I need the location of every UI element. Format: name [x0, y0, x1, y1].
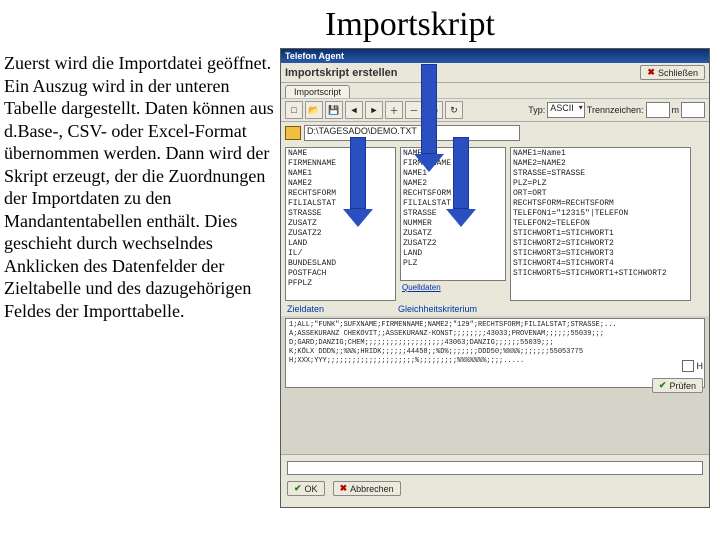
- trenn-input[interactable]: [646, 102, 670, 118]
- close-icon: ✖: [647, 67, 655, 78]
- ok-button-label: OK: [305, 484, 318, 494]
- trenn-label: Trennzeichen:: [587, 105, 644, 115]
- cancel-button-label: Abbrechen: [350, 484, 394, 494]
- h-checkbox-label: H: [697, 361, 704, 371]
- open-icon[interactable]: 📂: [305, 101, 323, 119]
- arrow-right-icon[interactable]: ►: [365, 101, 383, 119]
- cancel-icon: ✖: [340, 483, 348, 494]
- toolbar: □ 📂 💾 ◄ ► ＋ － ◎ ↻ Typ: ASCII Trennzeiche…: [281, 98, 709, 122]
- typ-select[interactable]: ASCII: [547, 102, 585, 118]
- dialog-header: Importskript erstellen ✖ Schließen: [281, 63, 709, 83]
- check-icon: ✔: [659, 380, 667, 391]
- column-labels-row: Zieldaten Gleichheitskriterium: [281, 304, 709, 316]
- import-dialog-screenshot: Telefon Agent Importskript erstellen ✖ S…: [280, 48, 710, 508]
- dialog-title: Importskript erstellen: [285, 67, 397, 79]
- cancel-button[interactable]: ✖ Abbrechen: [333, 481, 401, 496]
- right-mapping-list[interactable]: NAME1=Name1NAME2=NAME2STRASSE=STRASSEPLZ…: [510, 147, 691, 301]
- tab-importscript[interactable]: Importscript: [285, 85, 350, 98]
- tab-bar: Importscript: [281, 83, 709, 98]
- plus-icon[interactable]: ＋: [385, 101, 403, 119]
- m-label: m: [672, 105, 680, 115]
- file-path-input[interactable]: D:\TAGESADO\DEMO.TXT: [304, 125, 520, 141]
- folder-open-icon[interactable]: [285, 126, 301, 140]
- pruefen-button[interactable]: ✔ Prüfen: [652, 378, 703, 393]
- ok-icon: ✔: [294, 483, 302, 494]
- blue-arrow-icon: [414, 64, 444, 172]
- blue-arrow-icon: [343, 137, 373, 227]
- refresh-icon[interactable]: ↻: [445, 101, 463, 119]
- close-button-label: Schließen: [658, 68, 698, 78]
- close-button[interactable]: ✖ Schließen: [640, 65, 705, 80]
- m-input[interactable]: [681, 102, 705, 118]
- ok-button[interactable]: ✔ OK: [287, 481, 325, 496]
- gleichheit-label: Gleichheitskriterium: [398, 304, 477, 314]
- arrow-left-icon[interactable]: ◄: [345, 101, 363, 119]
- slide-title: Importskript: [100, 0, 720, 48]
- script-preview[interactable]: 1;ALL;"FUNK";SUFXNAME;FIRMENNAME;NAME2;"…: [285, 318, 705, 388]
- checkbox-icon[interactable]: [682, 360, 694, 372]
- blue-arrow-icon: [446, 137, 476, 227]
- quelldaten-link[interactable]: Quelldaten: [400, 283, 506, 292]
- typ-label: Typ:: [528, 105, 545, 115]
- new-icon[interactable]: □: [285, 101, 303, 119]
- pruefen-button-label: Prüfen: [669, 381, 696, 391]
- bottom-bar: ✔ OK ✖ Abbrechen: [281, 454, 709, 507]
- h-checkbox-row[interactable]: H: [682, 360, 704, 372]
- left-fields-list[interactable]: NAMEFIRMENNAMENAME1NAME2RECHTSFORMFILIAL…: [285, 147, 396, 301]
- window-titlebar: Telefon Agent: [281, 49, 709, 63]
- save-icon[interactable]: 💾: [325, 101, 343, 119]
- zieldaten-label: Zieldaten: [287, 304, 392, 314]
- body-paragraph: Zuerst wird die Importdatei geöffnet. Ei…: [0, 48, 280, 322]
- progress-bar: [287, 461, 703, 475]
